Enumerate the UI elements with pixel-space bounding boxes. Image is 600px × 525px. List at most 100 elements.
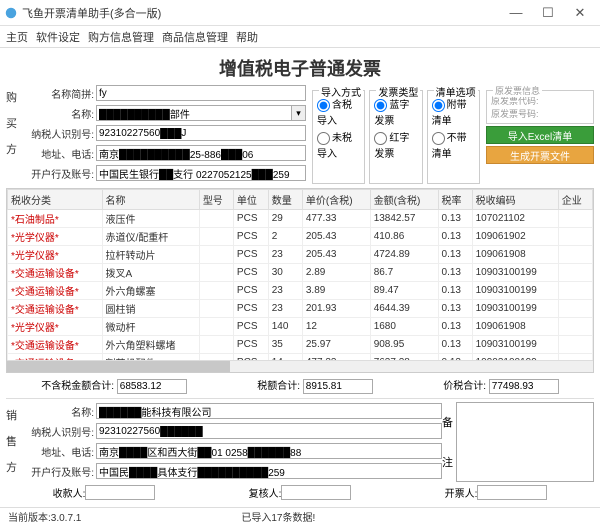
menu-settings[interactable]: 软件设定 [36,29,80,45]
buyer-name-dropdown[interactable]: ▾ [292,105,306,121]
table-row[interactable]: *交通运输设备*外六角螺塞PCS233.8989.470.13109031001… [8,282,593,300]
import-mode-group: 导入方式 含税导入 未税导入 [312,90,365,184]
menu-home[interactable]: 主页 [6,29,28,45]
table-cell: *光学仪器* [8,228,103,246]
table-cell: PCS [233,318,268,336]
total-tax-value[interactable] [303,379,373,394]
col-header[interactable]: 单价(含税) [302,190,370,210]
table-row[interactable]: *光学仪器*赤道仪/配重杆PCS2205.43410.860.131090619… [8,228,593,246]
list-opt-without[interactable]: 不带清单 [432,129,475,160]
seller-name-input[interactable] [96,403,442,419]
table-cell: 23 [268,246,302,264]
table-cell: 410.86 [370,228,438,246]
menu-help[interactable]: 帮助 [236,29,258,45]
table-cell: PCS [233,228,268,246]
col-header[interactable]: 数量 [268,190,302,210]
table-cell: 4724.89 [370,246,438,264]
payee-label: 收款人: [53,489,86,500]
table-cell [199,210,233,228]
table-cell: 液压件 [102,210,199,228]
total-gross-value[interactable] [489,379,559,394]
buyer-bank-label: 开户行及账号: [24,166,96,181]
table-cell: 109061908 [472,318,558,336]
table-cell: *光学仪器* [8,246,103,264]
table-cell: *光学仪器* [8,318,103,336]
table-cell [558,282,592,300]
col-header[interactable]: 金额(含税) [370,190,438,210]
items-table[interactable]: 税收分类名称型号单位数量单价(含税)金额(含税)税率税收编码企业 *石油制品*液… [7,189,593,373]
menu-buyer[interactable]: 购方信息管理 [88,29,154,45]
table-row[interactable]: *石油制品*液压件PCS29477.3313842.570.1310702110… [8,210,593,228]
table-cell: 10903100199 [472,264,558,282]
table-cell: PCS [233,300,268,318]
buyer-name-input[interactable] [96,105,292,121]
import-mode-notax[interactable]: 未税导入 [317,129,360,160]
buyer-taxid-input[interactable] [96,125,306,141]
seller-name-label: 名称: [24,404,96,419]
col-header[interactable]: 税收分类 [8,190,103,210]
seller-addr-input[interactable] [96,443,442,459]
seller-bank-label: 开户行及账号: [24,464,96,479]
table-cell: 0.13 [438,336,472,354]
table-cell: 拉杆转动片 [102,246,199,264]
invoice-type-blue[interactable]: 蓝字发票 [374,96,417,127]
table-cell: 0.13 [438,318,472,336]
total-gross-label: 价税合计: [443,381,486,392]
col-header[interactable]: 型号 [199,190,233,210]
remark-textarea[interactable] [456,402,594,482]
buyer-addr-input[interactable] [96,145,306,161]
table-row[interactable]: *光学仪器*拉杆转动片PCS23205.434724.890.131090619… [8,246,593,264]
col-header[interactable]: 税率 [438,190,472,210]
buyer-pinyin-input[interactable] [96,85,306,101]
page-title: 增值税电子普通发票 [6,52,594,84]
table-cell: 89.47 [370,282,438,300]
reviewer-input[interactable] [281,485,351,500]
table-cell: 0.13 [438,300,472,318]
seller-taxid-input[interactable] [96,423,442,439]
horizontal-scrollbar[interactable] [7,360,593,372]
table-cell: 12 [302,318,370,336]
generate-file-button[interactable]: 生成开票文件 [486,146,594,164]
col-header[interactable]: 税收编码 [472,190,558,210]
table-cell [558,264,592,282]
table-row[interactable]: *交通运输设备*圆柱销PCS23201.934644.390.131090310… [8,300,593,318]
total-notax-label: 不含税金额合计: [41,381,114,392]
buyer-section-label: 购 买 方 [6,84,20,162]
table-cell: 外六角塑料螺堵 [102,336,199,354]
table-cell: 2 [268,228,302,246]
table-cell: *交通运输设备* [8,264,103,282]
table-row[interactable]: *交通运输设备*拨叉APCS302.8986.70.1310903100199 [8,264,593,282]
invoice-type-red[interactable]: 红字发票 [374,129,417,160]
table-cell: 107021102 [472,210,558,228]
table-cell: 908.95 [370,336,438,354]
table-cell [199,264,233,282]
payee-input[interactable] [85,485,155,500]
seller-section-label: 销 售 方 [6,402,20,480]
col-header[interactable]: 名称 [102,190,199,210]
menu-product[interactable]: 商品信息管理 [162,29,228,45]
table-cell: 1680 [370,318,438,336]
table-cell [558,246,592,264]
table-cell: PCS [233,336,268,354]
table-row[interactable]: *光学仪器*微动杆PCS1401216800.13109061908 [8,318,593,336]
table-cell: 10903100199 [472,336,558,354]
maximize-button[interactable]: ☐ [532,5,564,21]
table-cell: 0.13 [438,210,472,228]
items-table-wrap: 税收分类名称型号单位数量单价(含税)金额(含税)税率税收编码企业 *石油制品*液… [6,188,594,373]
close-button[interactable]: ✕ [564,5,596,21]
total-notax-value[interactable] [117,379,187,394]
col-header[interactable]: 单位 [233,190,268,210]
buyer-bank-input[interactable] [96,165,306,181]
buyer-pinyin-label: 名称简拼: [24,86,96,101]
table-cell: 2.89 [302,264,370,282]
table-cell [199,228,233,246]
list-opt-with[interactable]: 附带清单 [432,96,475,127]
issuer-input[interactable] [477,485,547,500]
import-excel-button[interactable]: 导入Excel清单 [486,126,594,144]
minimize-button[interactable]: — [500,5,532,20]
col-header[interactable]: 企业 [558,190,592,210]
table-row[interactable]: *交通运输设备*外六角塑料螺堵PCS3525.97908.950.1310903… [8,336,593,354]
import-mode-taxincl[interactable]: 含税导入 [317,96,360,127]
seller-bank-input[interactable] [96,463,442,479]
menubar: 主页 软件设定 购方信息管理 商品信息管理 帮助 [0,26,600,48]
